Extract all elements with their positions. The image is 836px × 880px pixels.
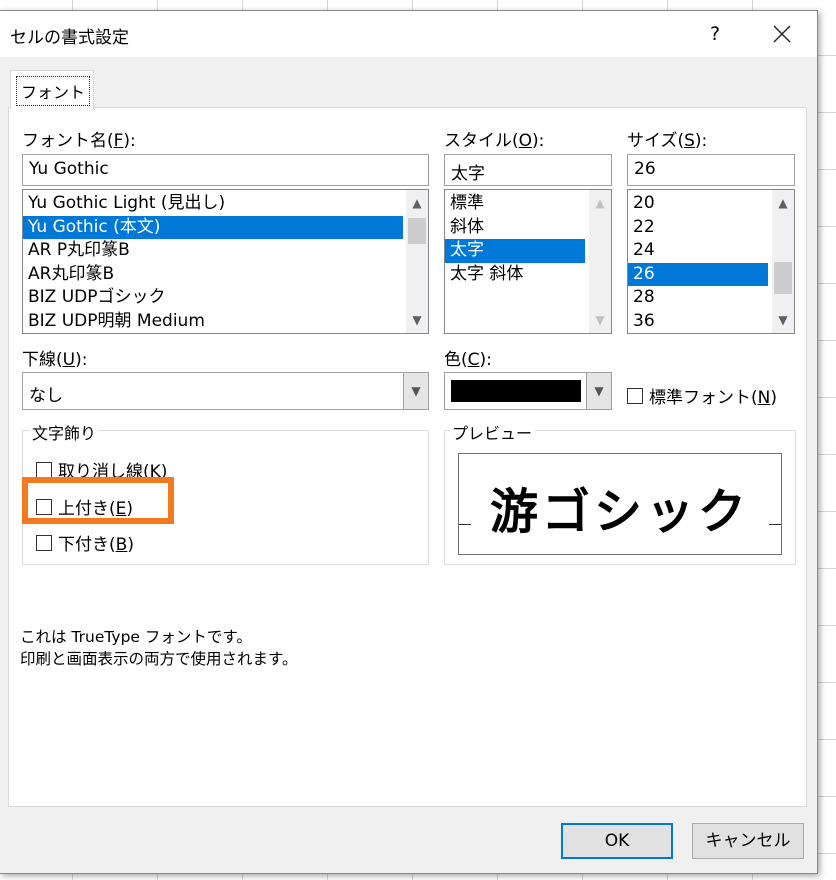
checkbox-box[interactable] (36, 498, 52, 515)
style-list-item[interactable]: 標準 (445, 192, 585, 216)
size-list-item[interactable]: 36 (628, 310, 768, 334)
dialog-title: セルの書式設定 (10, 28, 129, 48)
font-info-line-2: 印刷と画面表示の両方で使用されます。 (20, 650, 298, 668)
font-list-scrollbar[interactable]: ▲ ▼ (406, 190, 428, 333)
preview-group-title: プレビュー (450, 420, 535, 444)
strikethrough-checkbox[interactable]: 取り消し線(K) (36, 457, 167, 482)
checkbox-box[interactable] (627, 387, 643, 404)
baseline-marker-right (769, 524, 781, 525)
scroll-thumb[interactable] (774, 262, 792, 294)
scroll-down-icon[interactable]: ▼ (406, 309, 428, 331)
font-list-item[interactable]: BIZ UDP明朝 Medium (23, 310, 403, 334)
subscript-checkbox[interactable]: 下付き(B) (36, 530, 134, 555)
checkbox-box[interactable] (36, 461, 52, 478)
font-name-list[interactable]: Yu Gothic Light (見出し) Yu Gothic (本文) AR P丸… (22, 189, 429, 334)
title-bar: セルの書式設定 ? (0, 11, 817, 57)
style-list-item[interactable]: 斜体 (445, 216, 585, 240)
size-list[interactable]: 20 22 24 26 28 36 ▲ ▼ (627, 189, 795, 334)
checkbox-box[interactable] (36, 534, 52, 551)
style-input[interactable]: 太字 (444, 154, 612, 186)
font-info-line-1: これは TrueType フォントです。 (20, 628, 252, 646)
color-swatch (451, 380, 581, 402)
size-list-scrollbar[interactable]: ▲ ▼ (772, 190, 794, 333)
style-label: スタイル(O): (444, 131, 545, 151)
style-list-scrollbar[interactable]: ▲ ▼ (589, 190, 611, 333)
font-list-item[interactable]: BIZ UDPゴシック (23, 286, 403, 310)
font-list-item[interactable]: AR P丸印篆B (23, 239, 403, 263)
font-list-item[interactable]: Yu Gothic Light (見出し) (23, 192, 403, 216)
scroll-up-icon[interactable]: ▲ (589, 192, 611, 214)
size-list-item[interactable]: 20 (628, 192, 768, 216)
strikethrough-label: 取り消し線(K) (58, 462, 168, 482)
size-list-item[interactable]: 26 (628, 262, 768, 286)
size-list-item[interactable]: 22 (628, 216, 768, 240)
scroll-down-icon[interactable]: ▼ (772, 309, 794, 331)
preview-sample-text: 游ゴシック (489, 484, 750, 540)
tab-font[interactable]: フォント (10, 70, 94, 109)
font-list-item[interactable]: AR丸印篆B (23, 263, 403, 287)
color-select[interactable]: ▼ (444, 372, 612, 410)
scroll-down-icon[interactable]: ▼ (589, 309, 611, 331)
effects-group-title: 文字飾り (30, 420, 99, 444)
tab-font-label: フォント (16, 76, 91, 106)
underline-label: 下線(U): (22, 350, 88, 370)
subscript-label: 下付き(B) (58, 535, 134, 555)
close-button[interactable] (764, 17, 800, 51)
size-label: サイズ(S): (627, 131, 708, 151)
normal-font-label: 標準フォント(N) (649, 388, 777, 408)
size-list-item[interactable]: 28 (628, 286, 768, 310)
font-info-text: これは TrueType フォントです。 印刷と画面表示の両方で使用されます。 (20, 626, 297, 670)
font-list-item[interactable]: Yu Gothic (本文) (23, 215, 403, 239)
chevron-down-icon[interactable]: ▼ (403, 373, 428, 409)
chevron-down-icon[interactable]: ▼ (586, 373, 611, 409)
style-list[interactable]: 標準 斜体 太字 太字 斜体 ▲ ▼ (444, 189, 612, 334)
color-label: 色(C): (444, 350, 492, 370)
normal-font-checkbox[interactable]: 標準フォント(N) (627, 383, 777, 408)
scroll-thumb[interactable] (408, 218, 426, 244)
underline-value: なし (29, 386, 63, 406)
scroll-up-icon[interactable]: ▲ (406, 192, 428, 214)
scroll-up-icon[interactable]: ▲ (772, 192, 794, 214)
style-list-item[interactable]: 太字 斜体 (445, 263, 585, 287)
cancel-button[interactable]: キャンセル (692, 823, 804, 859)
superscript-checkbox[interactable]: 上付き(E) (36, 494, 133, 519)
underline-select[interactable]: なし ▼ (22, 372, 429, 410)
font-name-input[interactable]: Yu Gothic (22, 154, 429, 186)
help-button[interactable]: ? (700, 17, 730, 51)
superscript-label: 上付き(E) (58, 499, 134, 519)
size-list-item[interactable]: 24 (628, 239, 768, 263)
preview-box: 游ゴシック (458, 453, 782, 555)
style-list-item[interactable]: 太字 (445, 239, 585, 263)
size-input[interactable]: 26 (627, 154, 795, 186)
ok-button[interactable]: OK (561, 823, 673, 859)
close-icon (773, 25, 791, 43)
font-name-label: フォント名(F): (22, 131, 136, 151)
